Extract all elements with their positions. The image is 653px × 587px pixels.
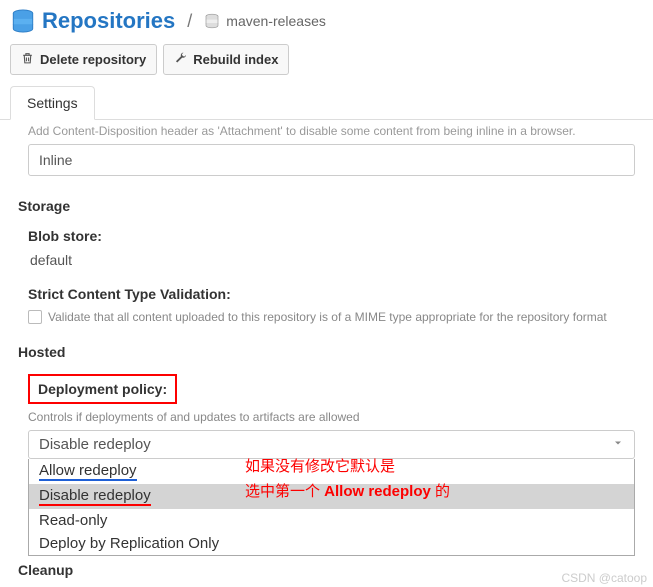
annotation-line-2: 选中第一个 Allow redeploy 的 [245, 480, 450, 501]
tabs: Settings [0, 85, 653, 120]
option-read-only[interactable]: Read-only [29, 509, 634, 532]
blob-store-value: default [28, 252, 635, 268]
page-title[interactable]: Repositories [42, 8, 175, 34]
settings-panel: Add Content-Disposition header as 'Attac… [0, 120, 653, 586]
watermark: CSDN @catoop [561, 571, 647, 585]
strict-validation-label: Strict Content Type Validation: [28, 286, 635, 302]
deployment-policy-highlight: Deployment policy: [28, 374, 177, 404]
deployment-policy-selected: Disable redeploy [39, 436, 151, 453]
trash-icon [21, 51, 34, 68]
breadcrumb-repo[interactable]: maven-releases [226, 13, 326, 29]
database-icon [10, 8, 36, 34]
rebuild-label: Rebuild index [193, 52, 278, 67]
storage-heading: Storage [18, 198, 635, 214]
content-disposition-value: Inline [39, 152, 72, 168]
cleanup-heading: Cleanup [18, 562, 635, 578]
annotation-line-1: 如果没有修改它默认是 [245, 455, 395, 476]
delete-repository-button[interactable]: Delete repository [10, 44, 157, 75]
deployment-policy-label: Deployment policy: [38, 381, 167, 397]
strict-validation-help: Validate that all content uploaded to th… [48, 310, 607, 324]
page-header: Repositories / maven-releases [0, 0, 653, 40]
breadcrumb-separator: / [181, 11, 198, 32]
delete-label: Delete repository [40, 52, 146, 67]
toolbar: Delete repository Rebuild index [0, 40, 653, 85]
hosted-heading: Hosted [18, 344, 635, 360]
strict-validation-row: Validate that all content uploaded to th… [28, 310, 635, 324]
blob-store-label: Blob store: [28, 228, 635, 244]
database-icon-small [204, 13, 220, 29]
rebuild-index-button[interactable]: Rebuild index [163, 44, 289, 75]
strict-validation-checkbox[interactable] [28, 310, 42, 324]
deployment-policy-help: Controls if deployments of and updates t… [28, 410, 635, 424]
tab-settings[interactable]: Settings [10, 86, 95, 120]
option-deploy-replication[interactable]: Deploy by Replication Only [29, 532, 634, 555]
content-disposition-select[interactable]: Inline [28, 144, 635, 176]
chevron-down-icon [612, 436, 624, 453]
content-disposition-help: Add Content-Disposition header as 'Attac… [28, 120, 635, 144]
wrench-icon [174, 51, 187, 68]
